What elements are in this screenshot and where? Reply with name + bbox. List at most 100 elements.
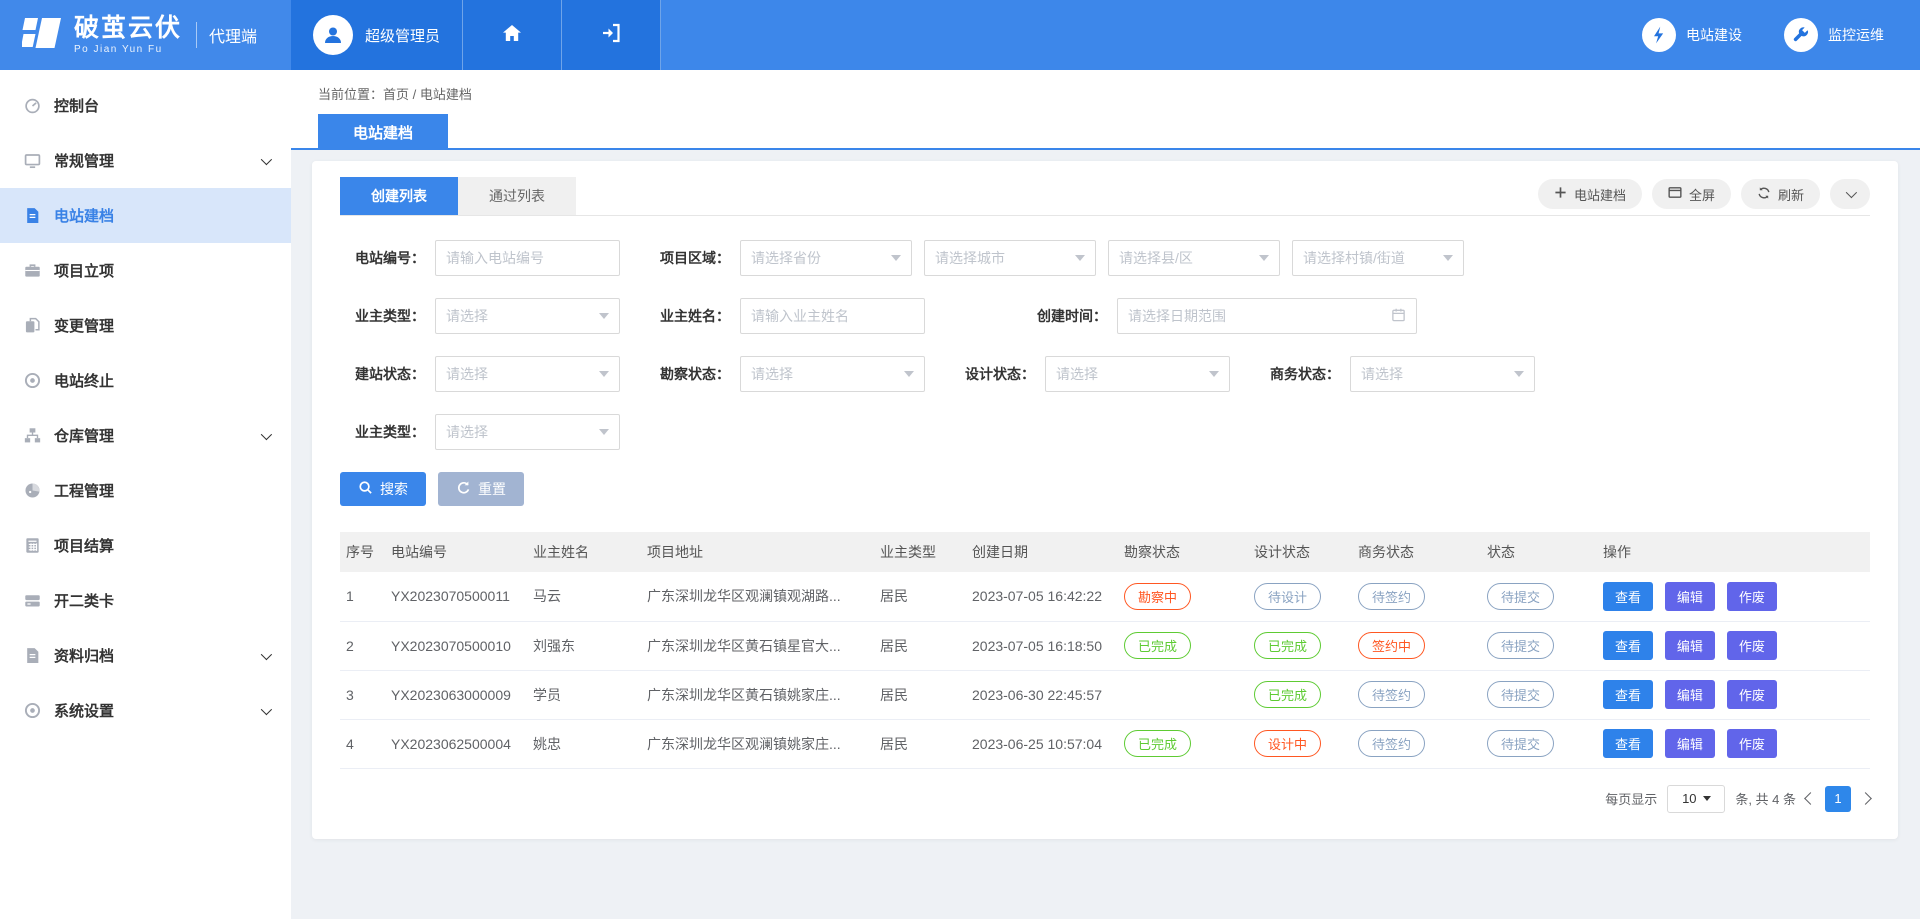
design-state-label: 设计状态： xyxy=(950,364,1045,384)
status-badge: 待提交 xyxy=(1487,681,1554,708)
table-row: 4 YX2023062500004 姚忠 广东深圳龙华区观澜镇姚家庄... 居民… xyxy=(340,719,1870,768)
tab-create-list[interactable]: 创建列表 xyxy=(340,177,458,215)
sidebar-item-tier2-card[interactable]: 开二类卡 xyxy=(0,573,291,628)
pagination: 每页显示 10 条, 共 4 条 1 xyxy=(340,785,1870,813)
design-state-select[interactable]: 请选择 xyxy=(1045,356,1230,392)
cell-owner: 刘强东 xyxy=(527,621,641,670)
sidebar-item-general-mgmt[interactable]: 常规管理 xyxy=(0,133,291,188)
create-station-button[interactable]: 电站建档 xyxy=(1538,179,1642,209)
pie-chart-icon xyxy=(24,482,42,500)
survey-status-badge: 已完成 xyxy=(1124,632,1191,659)
sidebar-item-project-settlement[interactable]: 项目结算 xyxy=(0,518,291,573)
owner-type-placeholder: 请选择 xyxy=(446,306,488,326)
sidebar-item-warehouse-mgmt[interactable]: 仓库管理 xyxy=(0,408,291,463)
copy-icon xyxy=(24,317,42,335)
edit-button[interactable]: 编辑 xyxy=(1665,631,1715,660)
home-button[interactable] xyxy=(463,0,562,70)
target-icon xyxy=(24,702,42,720)
owner-type-select[interactable]: 请选择 xyxy=(435,298,620,334)
cell-code: YX2023070500010 xyxy=(385,621,527,670)
sidebar-item-label: 电站建档 xyxy=(54,205,114,226)
brand-logo[interactable]: 破茧云伏 Po Jian Yun Fu 代理端 xyxy=(0,0,291,70)
city-select-placeholder: 请选择城市 xyxy=(935,248,1005,268)
filter-row-1: 电站编号： 项目区域： 请选择省份 请选择城市 请选择县/区 xyxy=(340,240,1870,276)
refresh-button[interactable]: 刷新 xyxy=(1741,179,1820,209)
station-code-label: 电站编号： xyxy=(340,248,435,268)
sidebar-item-station-archive[interactable]: 电站建档 xyxy=(0,188,291,243)
sidebar-item-project-initiation[interactable]: 项目立项 xyxy=(0,243,291,298)
nav-monitoring-ops[interactable]: 监控运维 xyxy=(1784,18,1884,52)
panel-tabs-row: 创建列表 通过列表 电站建档 全屏 xyxy=(340,177,1870,216)
nav-station-construction[interactable]: 电站建设 xyxy=(1642,18,1742,52)
city-select[interactable]: 请选择城市 xyxy=(924,240,1096,276)
view-button[interactable]: 查看 xyxy=(1603,680,1653,709)
breadcrumb-path[interactable]: 首页 / 电站建档 xyxy=(383,87,472,102)
table-row: 2 YX2023070500010 刘强东 广东深圳龙华区黄石镇星官大... 居… xyxy=(340,621,1870,670)
cell-type: 居民 xyxy=(874,670,966,719)
search-button[interactable]: 搜索 xyxy=(340,472,426,506)
void-button[interactable]: 作废 xyxy=(1727,729,1777,758)
sidebar-item-system-settings[interactable]: 系统设置 xyxy=(0,683,291,738)
refresh-icon xyxy=(1757,186,1771,203)
fullscreen-button[interactable]: 全屏 xyxy=(1652,179,1731,209)
reset-button[interactable]: 重置 xyxy=(438,472,524,506)
edit-button[interactable]: 编辑 xyxy=(1665,582,1715,611)
sidebar-item-label: 变更管理 xyxy=(54,315,114,336)
build-state-placeholder: 请选择 xyxy=(446,364,488,384)
sidebar-item-data-archive[interactable]: 资料归档 xyxy=(0,628,291,683)
survey-state-select[interactable]: 请选择 xyxy=(740,356,925,392)
cell-address: 广东深圳龙华区观澜镇姚家庄... xyxy=(641,719,874,768)
build-state-select[interactable]: 请选择 xyxy=(435,356,620,392)
province-select[interactable]: 请选择省份 xyxy=(740,240,912,276)
owner-name-input[interactable] xyxy=(751,308,914,324)
content-card: 创建列表 通过列表 电站建档 全屏 xyxy=(312,161,1898,839)
void-button[interactable]: 作废 xyxy=(1727,631,1777,660)
view-button[interactable]: 查看 xyxy=(1603,582,1653,611)
user-menu[interactable]: 超级管理员 xyxy=(291,0,463,70)
page-number-current[interactable]: 1 xyxy=(1825,786,1851,812)
void-button[interactable]: 作废 xyxy=(1727,582,1777,611)
tab-approved-list[interactable]: 通过列表 xyxy=(458,177,576,215)
void-button[interactable]: 作废 xyxy=(1727,680,1777,709)
filter-actions: 搜索 重置 xyxy=(340,472,1870,506)
cell-created: 2023-07-05 16:42:22 xyxy=(966,572,1118,621)
sidebar-item-station-termination[interactable]: 电站终止 xyxy=(0,353,291,408)
next-page-button[interactable] xyxy=(1859,792,1872,805)
caret-down-icon xyxy=(1514,371,1524,377)
station-code-input[interactable] xyxy=(446,250,609,266)
sidebar-item-change-mgmt[interactable]: 变更管理 xyxy=(0,298,291,353)
sidebar-item-label: 工程管理 xyxy=(54,480,114,501)
business-state-select[interactable]: 请选择 xyxy=(1350,356,1535,392)
date-range-input[interactable]: 请选择日期范围 xyxy=(1117,298,1417,334)
view-button[interactable]: 查看 xyxy=(1603,729,1653,758)
logout-button[interactable] xyxy=(562,0,661,70)
home-icon xyxy=(500,21,524,50)
chevron-down-icon xyxy=(1846,187,1857,198)
status-badge: 待提交 xyxy=(1487,632,1554,659)
col-code: 电站编号 xyxy=(385,532,527,572)
col-design: 设计状态 xyxy=(1248,532,1352,572)
province-select-placeholder: 请选择省份 xyxy=(751,248,821,268)
refresh-label: 刷新 xyxy=(1778,185,1804,204)
edit-button[interactable]: 编辑 xyxy=(1665,680,1715,709)
edit-button[interactable]: 编辑 xyxy=(1665,729,1715,758)
build-state-label: 建站状态： xyxy=(340,364,435,384)
page-tab-station-archive[interactable]: 电站建档 xyxy=(318,114,448,150)
per-page-value: 10 xyxy=(1682,791,1696,806)
sidebar-item-engineering-mgmt[interactable]: 工程管理 xyxy=(0,463,291,518)
cell-survey-empty xyxy=(1118,670,1248,719)
calendar-icon xyxy=(1391,307,1406,325)
logo-mark-icon xyxy=(22,15,64,56)
per-page-select[interactable]: 10 xyxy=(1667,785,1725,813)
town-select[interactable]: 请选择村镇/街道 xyxy=(1292,240,1464,276)
prev-page-button[interactable] xyxy=(1804,792,1817,805)
document-icon xyxy=(24,207,42,225)
collapse-button[interactable] xyxy=(1830,179,1870,209)
sitemap-icon xyxy=(24,427,42,445)
sidebar-item-console[interactable]: 控制台 xyxy=(0,78,291,133)
caret-down-icon xyxy=(1443,255,1453,261)
county-select[interactable]: 请选择县/区 xyxy=(1108,240,1280,276)
view-button[interactable]: 查看 xyxy=(1603,631,1653,660)
owner-type2-select[interactable]: 请选择 xyxy=(435,414,620,450)
lightning-icon xyxy=(1642,18,1676,52)
